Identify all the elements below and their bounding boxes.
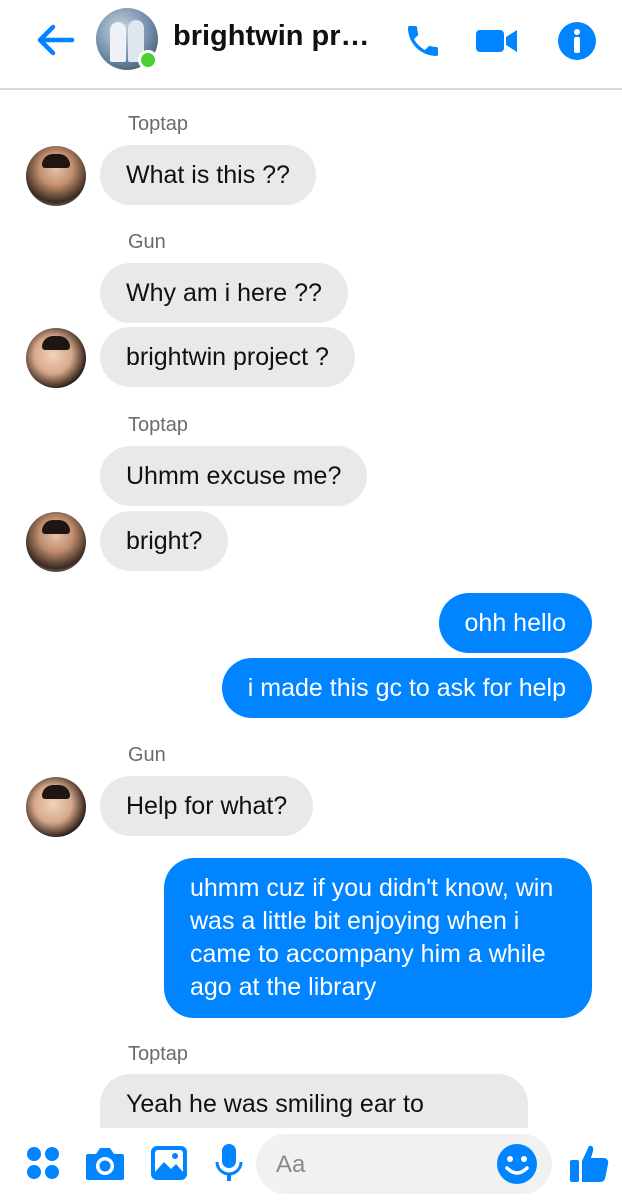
message-bubble-incoming[interactable]: Why am i here ?? — [100, 263, 348, 323]
apps-dots-icon[interactable] — [18, 1138, 68, 1188]
conversation-header: brightwin proje... — [0, 0, 622, 90]
avatar[interactable] — [26, 146, 86, 206]
online-status-dot — [138, 50, 158, 70]
message-bubble-outgoing[interactable]: ohh hello — [438, 593, 592, 653]
sender-name: Gun — [128, 231, 166, 253]
message-bubble-incoming[interactable]: Help for what? — [100, 776, 314, 836]
message-bubble-outgoing[interactable]: uhmm cuz if you didn't know, win was a l… — [164, 858, 592, 1018]
thumbs-up-icon[interactable] — [564, 1138, 614, 1188]
sender-name: Toptap — [128, 1043, 189, 1065]
back-arrow-icon[interactable] — [30, 18, 80, 62]
message-bubble-incoming[interactable]: brightwin project ? — [100, 327, 355, 387]
avatar[interactable] — [26, 328, 86, 388]
message-bubble-outgoing[interactable]: i made this gc to ask for help — [221, 658, 592, 718]
message-input[interactable] — [274, 1146, 478, 1184]
microphone-icon[interactable] — [204, 1138, 254, 1188]
info-icon[interactable] — [554, 18, 600, 64]
group-avatar[interactable] — [96, 8, 158, 70]
phone-icon[interactable] — [400, 18, 446, 64]
camera-icon[interactable] — [80, 1138, 130, 1188]
avatar-figure — [110, 22, 126, 62]
sender-name: Gun — [128, 744, 166, 766]
conversation-title[interactable]: brightwin proje... — [173, 20, 383, 53]
avatar[interactable] — [26, 512, 86, 572]
message-bubble-incoming[interactable]: Uhmm excuse me? — [100, 446, 368, 506]
message-bubble-incoming[interactable]: What is this ?? — [100, 145, 316, 205]
message-bubble-incoming[interactable]: bright? — [100, 511, 229, 571]
composer-bar — [0, 1128, 622, 1200]
image-icon[interactable] — [144, 1138, 194, 1188]
emoji-icon[interactable] — [494, 1141, 540, 1187]
message-input-container[interactable] — [256, 1134, 552, 1194]
video-camera-icon[interactable] — [474, 18, 520, 64]
sender-name: Toptap — [128, 113, 189, 135]
sender-name: Toptap — [128, 414, 189, 436]
avatar[interactable] — [26, 777, 86, 837]
